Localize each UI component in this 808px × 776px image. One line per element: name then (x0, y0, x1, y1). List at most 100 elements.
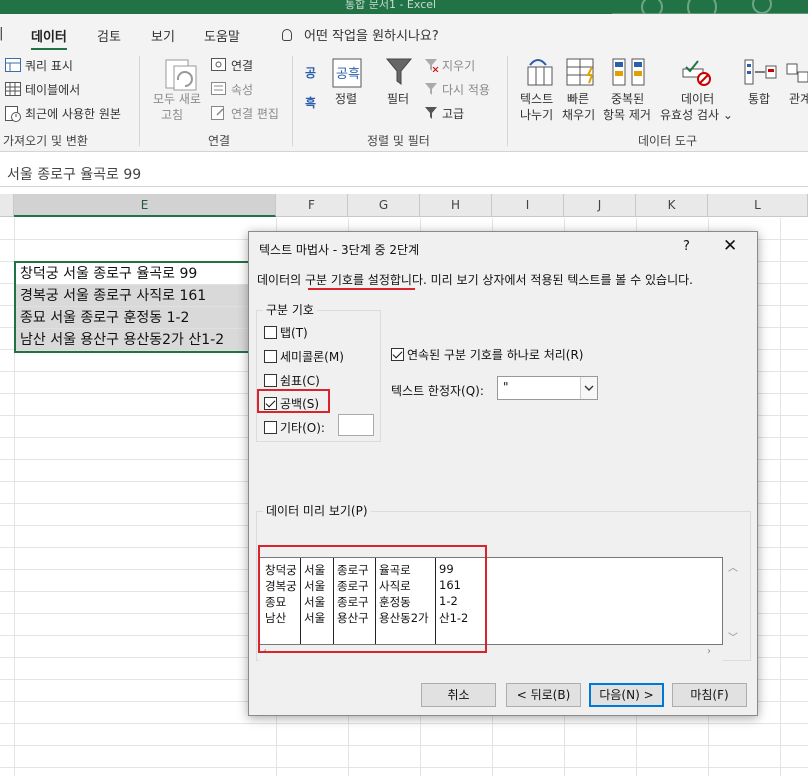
filter-button[interactable]: 필터 (387, 92, 409, 106)
cell-e-4[interactable]: 남산 서울 용산구 용산동2가 산1-2 (16, 329, 274, 351)
text-qualifier-label: 텍스트 한정자(Q): (391, 384, 484, 398)
column-header-g[interactable]: G (348, 194, 420, 217)
cancel-button[interactable]: 취소 (421, 683, 496, 707)
flash-fill-line2[interactable]: 채우기 (562, 108, 595, 122)
clear-filter-icon (425, 59, 439, 72)
tell-me-text: 어떤 작업을 원하시나요? (304, 29, 439, 44)
annotation-box-preview (258, 545, 487, 653)
titlebar-pattern (612, 0, 808, 14)
group-separator (507, 56, 508, 146)
column-header-prev[interactable] (0, 194, 14, 217)
treat-consecutive-checkbox-box[interactable] (391, 348, 404, 361)
tab-checkbox-label: 탭(T) (280, 326, 308, 340)
svg-text:흑: 흑 (348, 67, 360, 82)
remove-duplicates-line2[interactable]: 항목 제거 (603, 108, 651, 122)
formula-bar-value: 서울 종로구 율곡로 99 (7, 167, 142, 183)
sort-button[interactable]: 정렬 (335, 92, 357, 106)
relationships-icon (786, 63, 808, 83)
other-checkbox-label: 기타(O): (280, 421, 325, 435)
data-validation-line2[interactable]: 유효성 검사 ⌄ (660, 108, 733, 122)
group-separator (292, 56, 293, 146)
finish-button[interactable]: 마침(F) (672, 683, 747, 707)
window-title-bar: 통합 문서1 - Excel (0, 0, 808, 14)
tab-view[interactable]: 보기 (151, 26, 175, 45)
reapply-icon (425, 83, 437, 95)
relationships-button[interactable]: 관계 (789, 92, 808, 106)
properties-icon (211, 82, 226, 95)
other-delimiter-input[interactable] (338, 414, 374, 436)
selected-range[interactable]: 창덕궁 서울 종로구 율곡로 99 경복궁 서울 종로구 사직로 161 종묘 … (14, 261, 276, 353)
column-header-f[interactable]: F (276, 194, 348, 217)
ribbon: 쿼리 표시 테이블에서 최근에 사용한 원본 가져오기 및 변환 모두 새로 고… (0, 50, 808, 152)
column-header-h[interactable]: H (420, 194, 492, 217)
column-header-j[interactable]: J (564, 194, 636, 217)
group-label-connections: 연결 (208, 134, 231, 148)
column-header-i[interactable]: I (492, 194, 564, 217)
chevron-down-icon[interactable] (580, 377, 597, 399)
text-to-columns-line2[interactable]: 나누기 (520, 108, 553, 122)
next-button[interactable]: 다음(N) > (589, 683, 664, 707)
tell-me-search[interactable]: 어떤 작업을 원하시나요? (282, 25, 439, 44)
tab-review[interactable]: 검토 (97, 26, 121, 45)
remove-duplicates-line1[interactable]: 중복된 (611, 92, 644, 106)
column-header-l[interactable]: L (708, 194, 808, 217)
tab-checkbox[interactable]: 탭(T) (264, 324, 308, 341)
recent-sources-button[interactable]: 최근에 사용한 원본 (25, 107, 121, 121)
formula-bar[interactable]: 서울 종로구 율곡로 99 (0, 157, 808, 187)
other-checkbox[interactable]: 기타(O): (264, 419, 325, 436)
properties-button[interactable]: 속성 (231, 83, 253, 97)
edit-links-icon (211, 106, 224, 120)
sort-ascending-icon[interactable]: 공 (305, 66, 316, 80)
back-button[interactable]: < 뒤로(B) (506, 683, 581, 707)
sort-dialog-icon: 공흑 (332, 58, 362, 88)
reapply-button[interactable]: 다시 적용 (442, 83, 490, 97)
clear-button[interactable]: 지우기 (442, 59, 475, 73)
sort-descending-icon[interactable]: 흑 (305, 96, 316, 110)
tab-data[interactable]: 데이터 (31, 26, 67, 51)
help-button[interactable]: ? (683, 239, 690, 254)
comma-checkbox-label: 쉼표(C) (280, 374, 320, 388)
data-validation-line1[interactable]: 데이터 (681, 92, 714, 106)
advanced-button[interactable]: 고급 (442, 107, 464, 121)
cell-e-3[interactable]: 종묘 서울 종로구 훈정동 1-2 (16, 307, 274, 329)
edit-links-button[interactable]: 연결 편집 (231, 107, 279, 121)
other-checkbox-box[interactable] (264, 421, 277, 434)
text-to-columns-icon (527, 59, 553, 86)
text-qualifier-select[interactable]: " (497, 376, 598, 400)
scroll-up-icon[interactable]: ︿ (728, 559, 738, 574)
semicolon-checkbox-box[interactable] (264, 350, 277, 363)
tab-help[interactable]: 도움말 (204, 26, 240, 45)
from-table-button[interactable]: 테이블에서 (25, 83, 80, 97)
grid-line (780, 218, 781, 776)
connections-button[interactable]: 연결 (231, 59, 253, 73)
show-queries-button[interactable]: 쿼리 표시 (25, 59, 73, 73)
cell-e-1[interactable]: 창덕궁 서울 종로구 율곡로 99 (16, 263, 274, 285)
semicolon-checkbox-label: 세미콜론(M) (280, 350, 344, 364)
query-table-icon (5, 58, 21, 72)
treat-consecutive-checkbox[interactable]: 연속된 구분 기호를 하나로 처리(R) (391, 346, 583, 363)
preview-vertical-scrollbar[interactable]: ︿ ﹀ (723, 557, 741, 645)
advanced-filter-icon (425, 107, 437, 119)
text-import-wizard-dialog: 텍스트 마법사 - 3단계 중 2단계 ? ✕ 데이터의 구분 기호를 설정합니… (248, 231, 758, 716)
cell-e-2[interactable]: 경복궁 서울 종로구 사직로 161 (16, 285, 274, 307)
window-title: 통합 문서1 - Excel (345, 0, 437, 11)
consolidate-button[interactable]: 통합 (748, 92, 770, 106)
refresh-all-line1[interactable]: 모두 새로 (153, 92, 201, 106)
scroll-right-icon[interactable]: › (707, 646, 711, 657)
comma-checkbox-box[interactable] (264, 374, 277, 387)
tab-checkbox-box[interactable] (264, 326, 277, 339)
text-to-columns-line1[interactable]: 텍스트 (520, 92, 553, 106)
semicolon-checkbox[interactable]: 세미콜론(M) (264, 348, 344, 365)
text-qualifier-value: " (503, 380, 509, 394)
refresh-all-line2[interactable]: 고침 (161, 108, 183, 122)
annotation-underline (308, 288, 415, 290)
scroll-down-icon[interactable]: ﹀ (728, 629, 738, 644)
flash-fill-line1[interactable]: 빠른 (567, 92, 589, 106)
tab-previous-cut[interactable]: ‖ (0, 26, 4, 41)
group-separator (139, 56, 140, 146)
dialog-title: 텍스트 마법사 - 3단계 중 2단계 (259, 243, 420, 257)
close-button[interactable]: ✕ (723, 236, 737, 256)
column-header-k[interactable]: K (636, 194, 708, 217)
comma-checkbox[interactable]: 쉼표(C) (264, 372, 320, 389)
column-header-e[interactable]: E (14, 194, 276, 217)
